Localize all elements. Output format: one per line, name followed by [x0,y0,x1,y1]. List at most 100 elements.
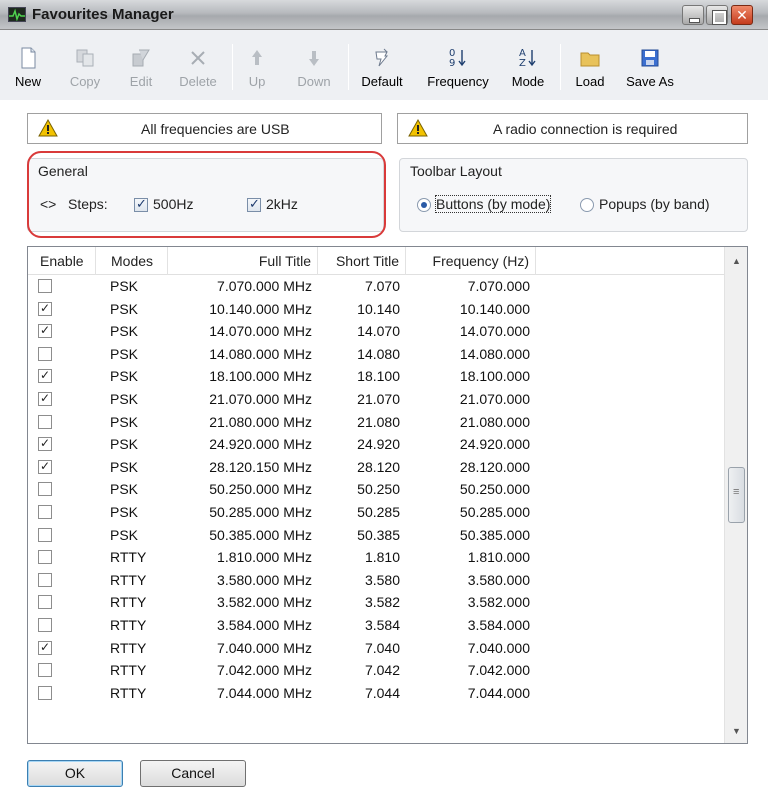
table-row[interactable]: PSK 21.080.000 MHz 21.080 21.080.000 [28,411,724,433]
table-row[interactable]: RTTY 3.580.000 MHz 3.580 3.580.000 [28,569,724,591]
cancel-button[interactable]: Cancel [140,760,246,787]
ok-button[interactable]: OK [27,760,123,787]
table-row[interactable]: PSK 50.385.000 MHz 50.385 50.385.000 [28,524,724,546]
table-row[interactable]: PSK 21.070.000 MHz 21.070 21.070.000 [28,388,724,410]
short-title-cell: 21.070 [357,391,400,407]
down-button[interactable]: Down [292,42,336,94]
default-button[interactable]: Default [354,42,410,94]
save-as-button[interactable]: Save As [618,42,682,94]
title-bar: Favourites Manager ✕ [0,0,768,30]
table-row[interactable]: RTTY 1.810.000 MHz 1.810 1.810.000 [28,546,724,568]
short-title-cell: 24.920 [357,436,400,453]
warning-icon [38,119,58,137]
full-title-cell: 50.285.000 MHz [209,504,312,520]
delete-button[interactable]: Delete [174,42,222,94]
warning-icon [408,119,428,137]
enable-checkbox[interactable] [38,527,52,542]
table-row[interactable]: RTTY 7.044.000 MHz 7.044 7.044.000 [28,682,724,704]
full-title-cell: 3.584.000 MHz [217,617,312,633]
enable-checkbox[interactable] [38,301,52,316]
folder-icon [580,52,600,67]
column-modes[interactable]: Modes [96,247,168,275]
enable-checkbox[interactable] [38,459,52,474]
enable-checkbox[interactable] [38,595,52,610]
column-short-title[interactable]: Short Title [318,247,406,275]
table-row[interactable]: PSK 14.080.000 MHz 14.080 14.080.000 [28,343,724,365]
column-enable[interactable]: Enable [28,247,96,275]
full-title-cell: 14.070.000 MHz [209,323,312,340]
table-row[interactable]: RTTY 3.584.000 MHz 3.584 3.584.000 [28,614,724,636]
radio-info-text: A radio connection is required [493,121,678,137]
sort-digit-bottom: 9 [449,58,455,69]
enable-checkbox[interactable] [38,618,52,632]
popups-by-band-radio[interactable] [580,198,594,212]
enable-checkbox[interactable] [38,436,52,452]
sort-mode-button[interactable]: A Z Mode [508,42,548,94]
full-title-cell: 1.810.000 MHz [217,549,312,566]
toolbar: New Copy Edit Delete Up Down Default 0 9… [0,30,768,100]
table-row[interactable]: RTTY 7.040.000 MHz 7.040 7.040.000 [28,637,724,659]
scroll-thumb[interactable] [728,467,745,523]
minimize-button[interactable] [682,5,704,25]
enable-checkbox[interactable] [38,414,52,429]
table-row[interactable]: PSK 7.070.000 MHz 7.070 7.070.000 [28,275,724,297]
sort-frequency-button[interactable]: 0 9 Frequency [418,42,498,94]
column-frequency[interactable]: Frequency (Hz) [406,247,536,275]
short-title-cell: 3.582 [364,594,400,611]
frequency-cell: 28.120.000 [459,458,530,475]
full-title-cell: 10.140.000 MHz [209,300,312,317]
toolbar-layout-group: Toolbar Layout Buttons (by mode) Popups … [399,158,748,232]
short-title-cell: 50.385 [357,526,400,543]
table-row[interactable]: PSK 28.120.150 MHz 28.120 28.120.000 [28,456,724,478]
table-row[interactable]: RTTY 7.042.000 MHz 7.042 7.042.000 [28,659,724,681]
load-button[interactable]: Load [570,42,610,94]
mode-cell: PSK [110,278,139,294]
mode-cell: PSK [110,481,139,498]
enable-checkbox[interactable] [38,482,52,497]
table-row[interactable]: PSK 50.285.000 MHz 50.285 50.285.000 [28,501,724,523]
table-row[interactable]: PSK 24.920.000 MHz 24.920 24.920.000 [28,433,724,455]
new-button[interactable]: New [14,42,42,94]
short-title-cell: 7.040 [364,639,400,656]
enable-checkbox[interactable] [38,550,52,565]
enable-checkbox[interactable] [38,663,52,678]
maximize-button[interactable] [706,5,728,25]
table-row[interactable]: PSK 10.140.000 MHz 10.140 10.140.000 [28,298,724,320]
full-title-cell: 3.582.000 MHz [217,594,312,611]
edit-button[interactable]: Edit [124,42,158,94]
close-button[interactable]: ✕ [731,5,753,25]
save-as-label: Save As [626,74,674,89]
enable-checkbox[interactable] [38,368,52,384]
enable-checkbox[interactable] [38,279,52,293]
table-row[interactable]: RTTY 3.582.000 MHz 3.582 3.582.000 [28,591,724,613]
enable-checkbox[interactable] [38,391,52,406]
app-icon [8,7,26,22]
short-title-cell: 3.580 [364,571,400,588]
enable-checkbox[interactable] [38,640,52,655]
short-title-cell: 7.042 [364,662,400,679]
enable-checkbox[interactable] [38,685,52,700]
toolbar-separator [232,44,233,90]
vertical-scrollbar[interactable]: ▲ ▼ [724,247,747,743]
up-button[interactable]: Up [244,42,270,94]
list-header: Enable Modes Full Title Short Title Freq… [28,247,724,275]
frequency-cell: 21.070.000 [459,391,530,407]
mode-cell: PSK [110,323,139,340]
scroll-up-icon[interactable]: ▲ [725,251,747,271]
enable-checkbox[interactable] [38,505,52,519]
frequency-cell: 24.920.000 [459,436,530,453]
copy-button[interactable]: Copy [65,42,105,94]
table-row[interactable]: PSK 50.250.000 MHz 50.250 50.250.000 [28,478,724,500]
table-row[interactable]: PSK 14.070.000 MHz 14.070 14.070.000 [28,320,724,342]
scroll-down-icon[interactable]: ▼ [725,721,747,741]
column-full-title[interactable]: Full Title [168,247,318,275]
table-row[interactable]: PSK 18.100.000 MHz 18.100 18.100.000 [28,365,724,387]
buttons-by-mode-radio[interactable] [417,198,431,212]
enable-checkbox[interactable] [38,346,52,361]
default-icon [375,48,389,67]
mode-cell: RTTY [110,549,147,566]
enable-checkbox[interactable] [38,572,52,587]
favourites-list[interactable]: Enable Modes Full Title Short Title Freq… [27,246,748,744]
enable-checkbox[interactable] [38,323,52,339]
full-title-cell: 14.080.000 MHz [209,345,312,362]
